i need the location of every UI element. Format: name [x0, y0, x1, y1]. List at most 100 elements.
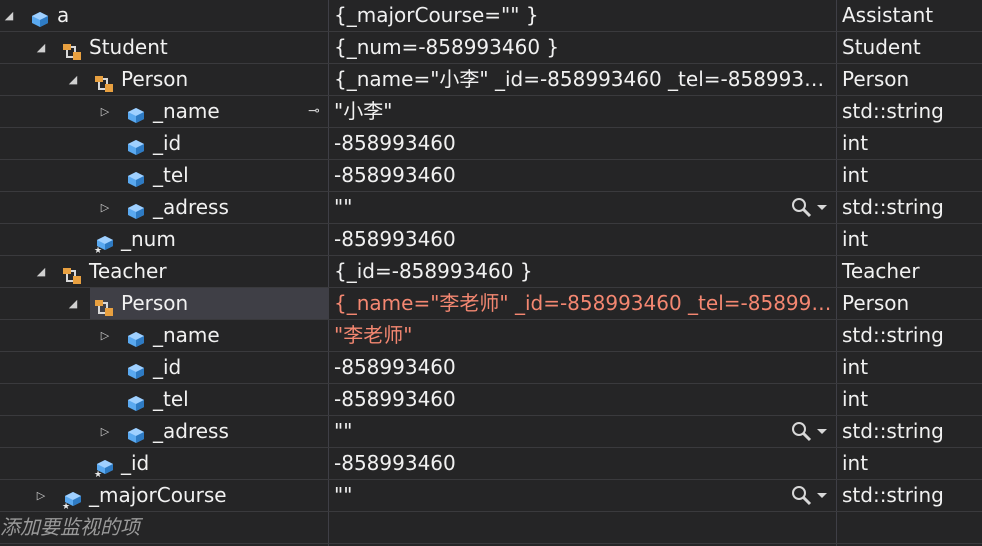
- expand-arrow-icon[interactable]: ▷: [98, 96, 112, 127]
- pin-icon[interactable]: ⊸: [303, 96, 325, 127]
- collapse-arrow-icon[interactable]: ◢: [66, 64, 80, 95]
- watch-row[interactable]: _id -858993460 int: [0, 128, 982, 160]
- dropdown-arrow-icon: [817, 493, 827, 498]
- value-cell[interactable]: {_num=-858993460 }: [329, 32, 836, 63]
- watch-row[interactable]: ◢ Person {_name="李老师" _id=-858993460 _tel=…: [0, 288, 982, 320]
- type-cell: int: [842, 227, 869, 251]
- variable-name: _majorCourse: [89, 483, 227, 507]
- variable-name: _num: [121, 227, 176, 251]
- value-cell[interactable]: -858993460: [329, 448, 836, 479]
- name-cell[interactable]: ◢ Person: [0, 288, 328, 319]
- watch-row[interactable]: _tel -858993460 int: [0, 160, 982, 192]
- variable-name: Person: [121, 67, 189, 91]
- text-visualizer-button[interactable]: [786, 192, 832, 223]
- variable-name: Person: [121, 291, 189, 315]
- watch-row[interactable]: _id -858993460 int: [0, 352, 982, 384]
- base-class-icon: [62, 263, 82, 284]
- svg-text:★: ★: [62, 502, 70, 509]
- static-field-icon: ★: [94, 231, 114, 255]
- type-cell: std::string: [842, 419, 944, 443]
- watch-row[interactable]: ◢ Teacher {_id=-858993460 } Teacher: [0, 256, 982, 288]
- magnifier-icon: [792, 198, 812, 218]
- name-cell[interactable]: _tel: [0, 384, 328, 415]
- variable-name: _name: [153, 323, 220, 347]
- watch-row[interactable]: ▷★ _majorCourse "" std::string: [0, 480, 982, 512]
- name-cell[interactable]: ◢ Person: [0, 64, 328, 95]
- value-cell[interactable]: {_name="李老师" _id=-858993460 _tel=-858993…: [329, 288, 836, 319]
- collapse-arrow-icon[interactable]: ◢: [34, 256, 48, 287]
- type-cell: int: [842, 451, 869, 475]
- add-watch-cell[interactable]: 添加要监视的项: [0, 512, 328, 543]
- name-cell[interactable]: ▷ ★ _majorCourse: [0, 480, 328, 511]
- name-cell[interactable]: _id: [0, 128, 328, 159]
- watch-row[interactable]: ▷ _name ⊸ "小李" std::string: [0, 96, 982, 128]
- type-cell: int: [842, 131, 869, 155]
- watch-row[interactable]: ◢ a {_majorCourse="" } Assistant: [0, 0, 982, 32]
- expand-arrow-icon[interactable]: ▷: [98, 320, 112, 351]
- svg-text:★: ★: [94, 246, 102, 253]
- name-cell[interactable]: ▷ _adress: [0, 192, 328, 223]
- type-cell: std::string: [842, 323, 944, 347]
- expand-arrow-icon[interactable]: ▷: [98, 416, 112, 447]
- base-class-icon: [94, 295, 114, 316]
- name-cell[interactable]: ▷ _name: [0, 320, 328, 351]
- name-cell[interactable]: _tel: [0, 160, 328, 191]
- value-cell[interactable]: {_name="小李" _id=-858993460 _tel=-8589934…: [329, 64, 836, 95]
- magnifier-icon: [792, 422, 812, 442]
- watch-row[interactable]: _tel -858993460 int: [0, 384, 982, 416]
- magnifier-icon: [792, 486, 812, 506]
- value-cell[interactable]: "": [329, 416, 836, 447]
- type-cell: std::string: [842, 483, 944, 507]
- value-cell[interactable]: "李老师": [329, 320, 836, 351]
- name-cell[interactable]: ★ _id: [0, 448, 328, 479]
- text-visualizer-button[interactable]: [786, 480, 832, 511]
- value-cell[interactable]: -858993460: [329, 160, 836, 191]
- watch-row[interactable]: ◢ Student {_num=-858993460 } Student: [0, 32, 982, 64]
- field-icon: [126, 391, 146, 411]
- value-cell[interactable]: "": [329, 192, 836, 223]
- value-cell[interactable]: "": [329, 480, 836, 511]
- type-cell: Person: [842, 67, 910, 91]
- watch-row[interactable]: ★ _id -858993460 int: [0, 448, 982, 480]
- add-watch-row[interactable]: 添加要监视的项: [0, 512, 982, 544]
- name-cell[interactable]: ▷ _adress: [0, 416, 328, 447]
- field-icon: [126, 167, 146, 187]
- add-watch-placeholder[interactable]: 添加要监视的项: [0, 512, 140, 543]
- value-cell[interactable]: {_id=-858993460 }: [329, 256, 836, 287]
- variable-name: Student: [89, 35, 168, 59]
- type-cell: std::string: [842, 99, 944, 123]
- expand-arrow-icon[interactable]: ▷: [98, 192, 112, 223]
- watch-row[interactable]: ▷ _adress "" std::string: [0, 416, 982, 448]
- value-cell[interactable]: -858993460: [329, 128, 836, 159]
- name-cell[interactable]: ◢ Student: [0, 32, 328, 63]
- name-cell[interactable]: ◢ a: [0, 0, 328, 31]
- value-cell[interactable]: -858993460: [329, 352, 836, 383]
- collapse-arrow-icon[interactable]: ◢: [2, 0, 16, 31]
- value-cell[interactable]: -858993460: [329, 384, 836, 415]
- watch-row[interactable]: ▷ _name "李老师" std::string: [0, 320, 982, 352]
- dropdown-arrow-icon: [817, 205, 827, 210]
- variable-name: _id: [121, 451, 150, 475]
- variable-name: Teacher: [89, 259, 167, 283]
- watch-row[interactable]: ▷ _adress "" std::string: [0, 192, 982, 224]
- watch-row[interactable]: ◢ Person {_name="小李" _id=-858993460 _tel=-…: [0, 64, 982, 96]
- name-cell[interactable]: ★ _num: [0, 224, 328, 255]
- name-cell[interactable]: _id: [0, 352, 328, 383]
- value-cell[interactable]: {_majorCourse="" }: [329, 0, 836, 31]
- text-visualizer-button[interactable]: [786, 416, 832, 447]
- field-icon: [126, 199, 146, 219]
- expand-arrow-icon[interactable]: ▷: [34, 480, 48, 511]
- variable-name: a: [57, 3, 70, 27]
- svg-text:★: ★: [94, 470, 102, 477]
- value-cell[interactable]: "小李": [329, 96, 836, 127]
- collapse-arrow-icon[interactable]: ◢: [66, 288, 80, 319]
- collapse-arrow-icon[interactable]: ◢: [34, 32, 48, 63]
- type-cell: int: [842, 163, 869, 187]
- dropdown-arrow-icon: [817, 429, 827, 434]
- watch-row[interactable]: ★ _num -858993460 int: [0, 224, 982, 256]
- value-cell[interactable]: -858993460: [329, 224, 836, 255]
- name-cell[interactable]: ◢ Teacher: [0, 256, 328, 287]
- name-cell[interactable]: ▷ _name ⊸: [0, 96, 328, 127]
- field-icon: [126, 103, 146, 123]
- variable-name: _id: [153, 131, 182, 155]
